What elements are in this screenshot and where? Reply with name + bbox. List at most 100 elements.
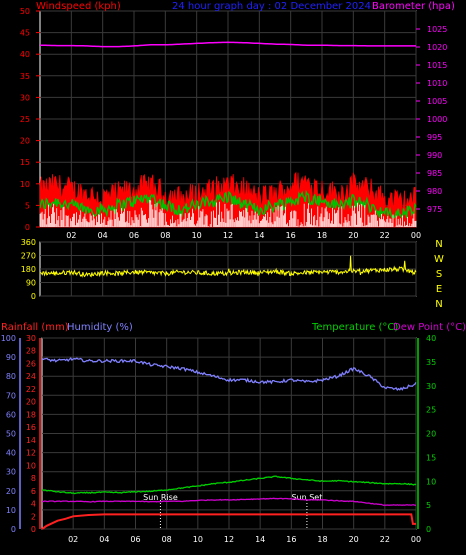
wind-x-tick-label: 16 xyxy=(286,231,296,240)
rainfall-tick-label: 30 xyxy=(26,334,36,343)
humidity-axis-label: Humidity (%) xyxy=(67,322,133,333)
windspeed-axis-ticks: 0 5 10 15 20 25 30 35 40 45 50 xyxy=(20,7,40,232)
wind-x-tick-label: 20 xyxy=(348,231,358,240)
barometer-tick-label: 980 xyxy=(427,187,442,196)
rainfall-tick-label: 20 xyxy=(26,398,36,407)
compass-label: N xyxy=(435,239,442,250)
rainfall-tick-label: 22 xyxy=(26,385,36,394)
wind-x-tick-label: 10 xyxy=(192,231,202,240)
wind-x-tick-label: 22 xyxy=(380,231,390,240)
windspeed-tick-label: 20 xyxy=(20,137,30,146)
humidity-tick-label: 20 xyxy=(6,487,16,496)
barometer-tick-label: 1025 xyxy=(427,25,447,34)
rainfall-tick-label: 0 xyxy=(31,525,36,534)
wind-panel-x-ticks: 02 04 06 08 10 12 14 16 18 20 22 00 xyxy=(66,231,421,240)
rainfall-tick-label: 16 xyxy=(26,423,36,432)
humidity-tick-label: 40 xyxy=(6,449,16,458)
barometer-tick-label: 1005 xyxy=(427,97,447,106)
humidity-tick-label: 80 xyxy=(6,372,16,381)
wind-x-tick-label: 08 xyxy=(160,231,170,240)
rainfall-tick-label: 10 xyxy=(26,461,36,470)
windspeed-tick-label: 0 xyxy=(25,223,30,232)
temperature-tick-label: 15 xyxy=(426,453,436,462)
humidity-tick-label: 90 xyxy=(6,353,16,362)
direction-tick-label: 90 xyxy=(26,279,36,288)
barometer-tick-label: 1000 xyxy=(427,115,447,124)
compass-label: N xyxy=(435,299,442,310)
temp-x-tick-label: 06 xyxy=(130,535,140,544)
rainfall-tick-label: 26 xyxy=(26,359,36,368)
windspeed-tick-label: 5 xyxy=(25,201,30,210)
temp-x-tick-label: 10 xyxy=(193,535,203,544)
compass-label: S xyxy=(436,269,442,280)
weather-graph-canvas: 05101520253035404550 9759809859909951000… xyxy=(1,1,466,544)
barometer-axis-ticks: 975 980 985 990 995 1000 1005 1010 1015 1020 1025 xyxy=(416,25,447,214)
wind-barometer-panel: 05101520253035404550 9759809859909951000… xyxy=(20,1,455,240)
direction-tick-label: 0 xyxy=(31,292,36,301)
temp-x-tick-label: 22 xyxy=(380,535,390,544)
temp-x-tick-label: 04 xyxy=(99,535,109,544)
rainfall-tick-label: 14 xyxy=(26,436,36,445)
windspeed-tick-label: 45 xyxy=(20,29,30,38)
barometer-tick-label: 995 xyxy=(427,133,442,142)
wind-x-tick-label: 04 xyxy=(98,231,108,240)
windspeed-tick-label: 35 xyxy=(20,72,30,81)
barometer-tick-label: 1015 xyxy=(427,61,447,70)
temperature-axis-label: Temperature (°C) xyxy=(311,322,398,333)
rainfall-tick-label: 28 xyxy=(26,347,36,356)
temperature-tick-label: 30 xyxy=(426,382,436,391)
humidity-tick-label: 60 xyxy=(6,410,16,419)
humidity-tick-label: 70 xyxy=(6,391,16,400)
barometer-tick-label: 975 xyxy=(427,205,442,214)
direction-tick-label: 270 xyxy=(21,252,36,261)
rainfall-tick-label: 2 xyxy=(31,512,36,521)
humidity-tick-label: 50 xyxy=(6,430,16,439)
wind-x-tick-label: 14 xyxy=(254,231,264,240)
wind-direction-panel: 090180270360 NWSEN xyxy=(21,238,444,310)
rainfall-tick-label: 18 xyxy=(26,410,36,419)
barometer-tick-label: 985 xyxy=(427,169,442,178)
direction-tick-label: 360 xyxy=(21,238,36,247)
humidity-tick-label: 0 xyxy=(11,525,16,534)
rainfall-tick-label: 12 xyxy=(26,449,36,458)
temp-x-tick-label: 18 xyxy=(317,535,327,544)
windspeed-tick-label: 10 xyxy=(20,180,30,189)
rainfall-tick-label: 4 xyxy=(31,500,36,509)
humidity-tick-label: 30 xyxy=(6,468,16,477)
rainfall-tick-label: 8 xyxy=(31,474,36,483)
rainfall-axis-label: Rainfall (mm) xyxy=(1,322,69,333)
direction-tick-label: 180 xyxy=(21,265,36,274)
barometer-tick-label: 990 xyxy=(427,151,442,160)
wind-x-tick-label: 18 xyxy=(317,231,327,240)
temperature-tick-label: 0 xyxy=(426,525,431,534)
temp-x-tick-label: 12 xyxy=(224,535,234,544)
temperature-tick-label: 25 xyxy=(426,406,436,415)
windspeed-tick-label: 15 xyxy=(20,158,30,167)
humidity-axis-ticks: 0 10 20 30 40 50 60 70 80 90 100 xyxy=(1,334,21,534)
windspeed-tick-label: 40 xyxy=(20,50,30,59)
temp-x-tick-label: 16 xyxy=(286,535,296,544)
windspeed-tick-label: 30 xyxy=(20,93,30,102)
humidity-tick-label: 100 xyxy=(1,334,16,343)
windspeed-tick-label: 25 xyxy=(20,115,30,124)
wind-x-tick-label: 12 xyxy=(223,231,233,240)
wind-x-tick-label: 06 xyxy=(129,231,139,240)
wind-x-tick-label: 02 xyxy=(66,231,76,240)
compass-label: W xyxy=(434,254,444,265)
temperature-humidity-panel: Sun Rise Sun Set 0102030405060708090100 0… xyxy=(1,322,466,544)
rainfall-axis-ticks: 024681012141618202224262830 xyxy=(26,334,41,534)
windspeed-axis-label: Windspeed (kph) xyxy=(36,1,121,12)
temperature-tick-label: 35 xyxy=(426,358,436,367)
temp-x-tick-label: 14 xyxy=(255,535,265,544)
temp-x-tick-label: 08 xyxy=(162,535,172,544)
barometer-axis-label: Barometer (hpa) xyxy=(372,1,455,12)
windspeed-tick-label: 50 xyxy=(20,7,30,16)
temp-x-tick-label: 02 xyxy=(68,535,78,544)
humidity-tick-label: 10 xyxy=(6,506,16,515)
compass-label: E xyxy=(436,284,442,295)
temperature-tick-label: 40 xyxy=(426,334,436,343)
rainfall-tick-label: 6 xyxy=(31,487,36,496)
temperature-tick-label: 10 xyxy=(426,477,436,486)
barometer-tick-label: 1020 xyxy=(427,43,447,52)
barometer-tick-label: 1010 xyxy=(427,79,447,88)
